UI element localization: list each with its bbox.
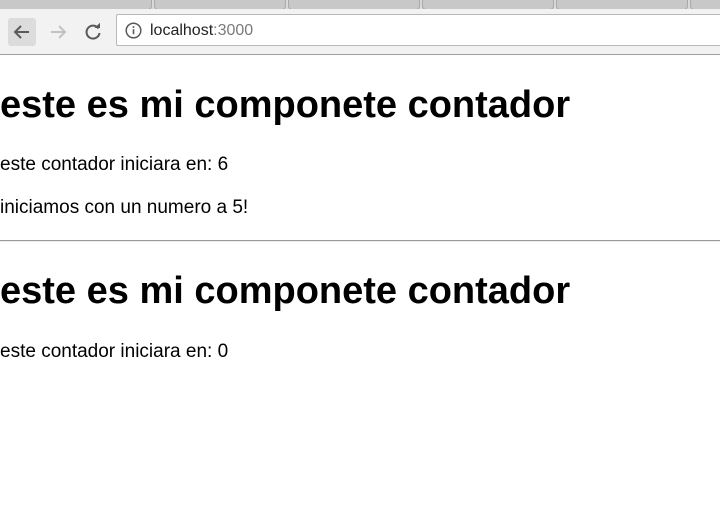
- horizontal-divider: [0, 240, 720, 242]
- browser-tab[interactable]: [422, 0, 554, 9]
- info-icon[interactable]: [125, 22, 142, 39]
- browser-tab[interactable]: [288, 0, 420, 9]
- page-content: este es mi componete contador este conta…: [0, 55, 720, 523]
- browser-tabstrip: [0, 0, 720, 9]
- browser-toolbar: localhost:3000: [0, 9, 720, 55]
- browser-tab[interactable]: [154, 0, 286, 9]
- reload-icon: [85, 22, 101, 40]
- counter-extra-text: iniciamos con un numero a 5!: [0, 197, 249, 218]
- browser-tab[interactable]: [556, 0, 688, 9]
- url-port: :3000: [213, 22, 254, 39]
- counter-heading: este es mi componete contador: [0, 270, 571, 312]
- address-bar[interactable]: localhost:3000: [116, 14, 720, 46]
- reload-button[interactable]: [79, 18, 107, 46]
- arrow-left-icon: [13, 25, 29, 39]
- back-button[interactable]: [8, 18, 36, 46]
- counter-start-text: este contador iniciara en: 6: [0, 154, 229, 175]
- counter-start-text: este contador iniciara en: 0: [0, 341, 229, 362]
- url-host: localhost: [150, 22, 214, 39]
- arrow-right-icon: [51, 25, 67, 39]
- browser-tab[interactable]: [0, 0, 152, 9]
- forward-button[interactable]: [44, 18, 72, 46]
- url-text[interactable]: localhost:3000: [150, 22, 253, 40]
- new-tab-button[interactable]: [690, 0, 720, 9]
- counter-heading: este es mi componete contador: [0, 84, 571, 126]
